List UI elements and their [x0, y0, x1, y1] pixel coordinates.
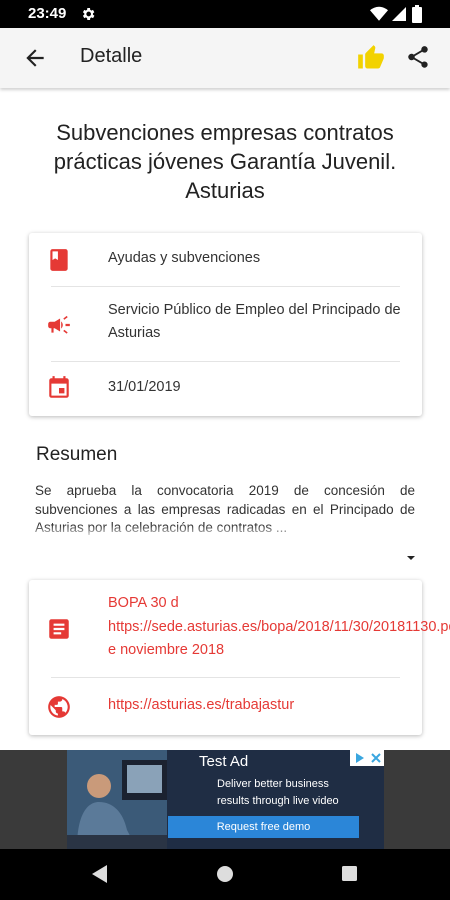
links-card: BOPA 30 d https://sede.asturias.es/bopa/…: [29, 580, 450, 735]
ad-cta-button[interactable]: Request free demo: [168, 816, 359, 838]
organism-text: Servicio Público de Empleo del Principad…: [108, 302, 401, 341]
calendar-icon: [49, 376, 69, 398]
nav-back-icon[interactable]: [90, 864, 108, 884]
summary-fade: [35, 525, 415, 539]
category-text: Ayudas y subvenciones: [108, 250, 261, 266]
arrow-back-icon[interactable]: [22, 45, 48, 71]
status-bar: 23:49: [0, 0, 450, 28]
share-icon[interactable]: [405, 44, 431, 70]
chevron-down-icon[interactable]: [404, 553, 418, 563]
document-icon: [49, 619, 69, 639]
ad-line-1: Deliver better business: [217, 778, 329, 790]
status-time: 23:49: [28, 5, 67, 22]
adchoices-icon[interactable]: [350, 750, 384, 766]
gear-icon: [82, 8, 95, 20]
battery-icon: [412, 5, 422, 23]
navigation-bar: [0, 849, 450, 900]
ad-label: Test Ad: [199, 753, 249, 770]
website-link[interactable]: https://asturias.es/trabajastur: [108, 694, 413, 718]
divider: [51, 677, 400, 678]
megaphone-icon: [48, 315, 70, 334]
announcement-title: Subvenciones empresas contratos práctica…: [53, 120, 397, 203]
ad-banner-area: Test Ad Deliver better business results …: [0, 750, 450, 849]
signal-icon: [392, 7, 406, 21]
book-icon: [50, 249, 68, 271]
ad-banner[interactable]: Test Ad Deliver better business results …: [67, 750, 384, 849]
divider: [51, 361, 400, 362]
summary-heading: Resumen: [36, 444, 118, 465]
ad-photo: [67, 750, 167, 849]
ad-line-2: results through live video: [217, 795, 339, 807]
document-link[interactable]: BOPA 30 d https://sede.asturias.es/bopa/…: [108, 592, 450, 663]
app-bar: Detalle: [0, 28, 450, 88]
globe-icon: [48, 696, 70, 718]
nav-recents-icon[interactable]: [341, 865, 358, 882]
wifi-icon: [370, 6, 388, 21]
divider: [51, 286, 400, 287]
page-title: Detalle: [80, 45, 143, 67]
thumbs-up-icon[interactable]: [357, 44, 385, 72]
date-text: 31/01/2019: [108, 379, 181, 395]
info-card: Ayudas y subvenciones Servicio Público d…: [29, 233, 422, 416]
nav-home-icon[interactable]: [216, 865, 234, 883]
